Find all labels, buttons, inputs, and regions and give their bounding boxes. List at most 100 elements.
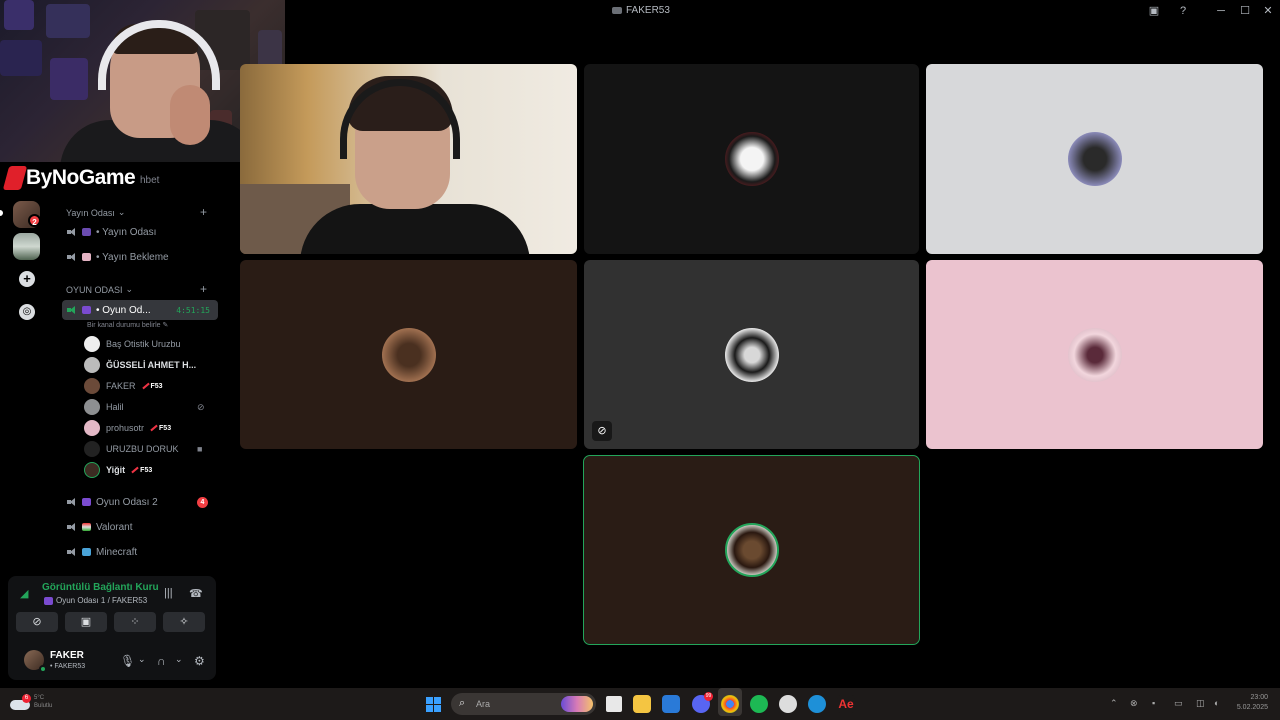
speaker-icon <box>67 497 77 507</box>
file-explorer-icon[interactable] <box>633 695 651 713</box>
store-icon[interactable] <box>662 695 680 713</box>
channel-yayin-odasi[interactable]: • Yayın Odası <box>62 222 218 242</box>
voice-member[interactable]: Halil <box>84 397 124 417</box>
channel-label: • Oyun Od... <box>96 304 151 316</box>
online-status-icon <box>39 665 47 673</box>
avatar <box>1067 132 1122 186</box>
muted-icon: ⊘ <box>197 402 205 412</box>
noise-suppression-icon[interactable]: ||| <box>164 587 173 599</box>
signal-icon[interactable]: ◢ <box>20 587 32 600</box>
status-hint-text: Bir kanal durumu belirle <box>87 322 161 329</box>
tray-app-icon[interactable]: ▭ <box>1174 698 1183 709</box>
video-tile-participant[interactable] <box>926 260 1263 449</box>
video-tile-speaking[interactable] <box>583 455 920 645</box>
windows-start-icon[interactable] <box>426 697 441 712</box>
server-icon-landscape[interactable] <box>13 233 40 260</box>
soundboard-button[interactable]: ✧ <box>163 612 205 632</box>
disconnect-icon[interactable]: ☎ <box>189 587 203 600</box>
screen-share-button[interactable]: ▣ <box>65 612 107 632</box>
weather-text: 5°C Bulutlu <box>34 694 52 710</box>
adobe-icon[interactable]: Ae <box>837 695 855 713</box>
category-label: Yayın Odası <box>66 207 115 218</box>
category-oyun-odasi[interactable]: OYUN ODASI ⌄ <box>66 284 133 295</box>
close-button[interactable]: ✕ <box>1260 3 1276 19</box>
member-name: URUZBU DORUK <box>106 444 179 454</box>
gear-icon[interactable]: ⚙ <box>194 654 205 668</box>
voice-member[interactable]: Baş Otistik Uruzbu <box>84 334 181 354</box>
tray-app-icon[interactable]: ◫ <box>1196 698 1205 709</box>
channel-oyun-odasi-active[interactable]: • Oyun Od... 4:51:15 <box>62 300 218 320</box>
voice-member[interactable]: prohusotr F53 <box>84 418 171 438</box>
channel-list: Yayın Odası ⌄ + • Yayın Odası • Yayın Be… <box>54 195 222 575</box>
weather-widget[interactable]: 6 <box>10 694 32 710</box>
chevron-down-icon[interactable]: ⌄ <box>175 654 183 665</box>
chevron-down-icon: ⌄ <box>117 207 126 217</box>
channel-label: • Yayın Bekleme <box>96 251 169 263</box>
channel-label: • Yayın Odası <box>96 226 157 238</box>
chevron-down-icon[interactable]: ⌄ <box>138 654 146 665</box>
avatar <box>84 399 100 415</box>
camera-off-button[interactable]: ⊘ <box>16 612 58 632</box>
voice-location-text: Oyun Odası 1 / FAKER53 <box>56 596 148 605</box>
member-name: Yiğit <box>106 465 126 475</box>
tray-chevron-icon[interactable]: ⌃ <box>1110 698 1118 709</box>
chrome-icon[interactable] <box>721 695 739 713</box>
avatar <box>84 441 100 457</box>
server-name-tail: hbet <box>140 175 160 186</box>
maximize-button[interactable]: ☐ <box>1237 3 1253 19</box>
voice-member[interactable]: Yiğit F53 <box>84 460 152 480</box>
task-view-icon[interactable] <box>606 696 622 712</box>
plus-icon[interactable]: + <box>19 271 35 287</box>
taskbar-clock[interactable]: 23:00 5.02.2025 <box>1228 693 1268 713</box>
channel-status-hint[interactable]: Bir kanal durumu belirle ✎ <box>87 321 168 329</box>
avatar <box>724 327 779 382</box>
voice-member[interactable]: ĞÜSSELİ AHMET H... <box>84 355 196 375</box>
category-yayin-odasi[interactable]: Yayın Odası ⌄ <box>66 207 125 218</box>
discord-logo-icon <box>612 7 622 14</box>
channel-emoji-icon <box>82 306 91 314</box>
voice-action-buttons: ⊘ ▣ ⁘ ✧ <box>16 612 205 632</box>
video-tile-participant[interactable] <box>584 64 919 254</box>
compass-icon[interactable]: ◎ <box>19 304 35 320</box>
video-tile-participant[interactable]: ⊘ <box>584 260 919 449</box>
headphones-icon[interactable]: ∩ <box>157 654 166 668</box>
video-tile-participant[interactable] <box>240 260 577 449</box>
call-timer: 4:51:15 <box>176 305 210 315</box>
member-name: FAKER <box>106 381 136 391</box>
window-title-text: FAKER53 <box>626 5 670 16</box>
discord-taskbar-icon[interactable]: 99 <box>692 692 713 713</box>
minimize-button[interactable]: ─ <box>1213 3 1229 19</box>
add-channel-icon[interactable]: + <box>200 282 207 296</box>
channel-label: Oyun Odası 2 <box>96 496 158 508</box>
edge-icon[interactable] <box>808 695 826 713</box>
activities-button[interactable]: ⁘ <box>114 612 156 632</box>
channel-emoji-icon <box>82 253 91 261</box>
video-tile-webcam[interactable] <box>240 64 577 254</box>
microphone-icon[interactable]: 🎙︎ <box>120 654 135 668</box>
inbox-icon[interactable]: ▣ <box>1146 3 1162 19</box>
tray-app-icon[interactable]: ◐ <box>1214 698 1219 708</box>
voice-location[interactable]: Oyun Odası 1 / FAKER53 <box>44 596 147 605</box>
tray-app-icon[interactable]: ⊗ <box>1130 698 1138 709</box>
obs-icon[interactable] <box>779 695 797 713</box>
category-label: OYUN ODASI <box>66 284 123 295</box>
muted-icon: ⊘ <box>592 421 612 441</box>
add-channel-icon[interactable]: + <box>200 205 207 219</box>
weather-temp: 5°C <box>34 695 45 701</box>
avatar <box>724 523 779 577</box>
help-icon[interactable]: ? <box>1175 3 1191 19</box>
taskbar-search[interactable]: ⌕ Ara <box>451 693 596 715</box>
user-name[interactable]: FAKER <box>50 650 84 661</box>
channel-oyun-odasi-2[interactable]: Oyun Odası 2 4 <box>62 492 218 512</box>
discord-badge: 99 <box>704 692 713 701</box>
tray-app-icon[interactable]: ▪ <box>1152 698 1155 708</box>
voice-member[interactable]: URUZBU DORUK <box>84 439 179 459</box>
channel-minecraft[interactable]: Minecraft <box>62 542 218 562</box>
spotify-icon[interactable] <box>750 695 768 713</box>
video-tile-participant[interactable] <box>926 64 1263 254</box>
user-status: • FAKER53 <box>50 663 86 670</box>
voice-member[interactable]: FAKER F53 <box>84 376 163 396</box>
voice-status[interactable]: Görüntülü Bağlantı Kuru <box>42 582 159 593</box>
channel-valorant[interactable]: Valorant <box>62 517 218 537</box>
channel-yayin-bekleme[interactable]: • Yayın Bekleme <box>62 247 218 267</box>
